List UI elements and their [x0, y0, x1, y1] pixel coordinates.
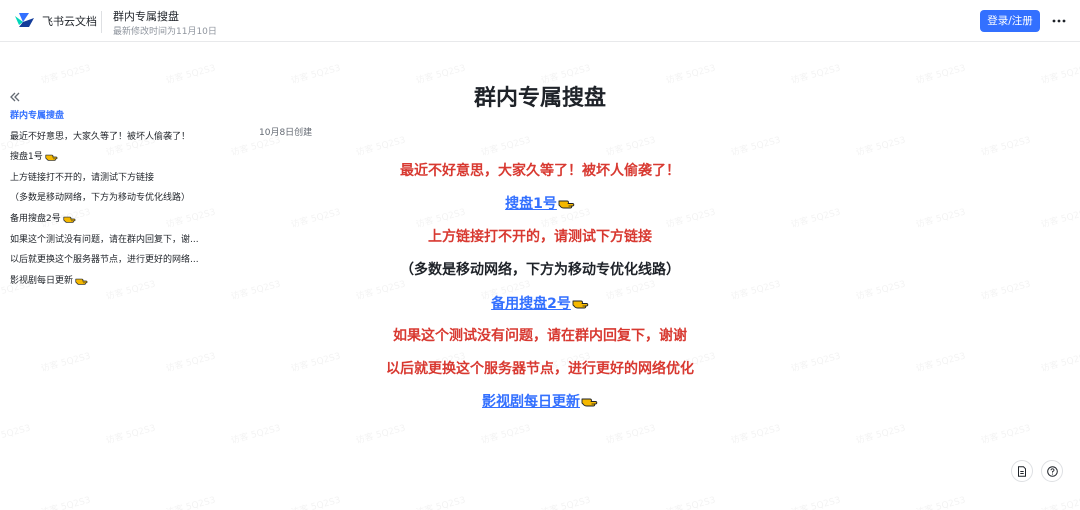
doc-text-line: 上方链接打不开的，请测试下方链接	[0, 226, 1080, 246]
help-button[interactable]	[1041, 460, 1063, 482]
doc-link[interactable]: 影视剧每日更新	[482, 394, 580, 410]
doc-link-line: 影视剧每日更新	[0, 391, 1080, 411]
watermark-text: 访客 5Q2S3	[479, 135, 532, 159]
watermark-text: 访客 5Q2S3	[729, 135, 782, 159]
doc-link[interactable]: 备用搜盘2号	[491, 296, 571, 312]
watermark-text: 访客 5Q2S3	[604, 135, 657, 159]
watermark-text: 访客 5Q2S3	[1040, 495, 1080, 510]
document-icon	[1018, 465, 1026, 477]
watermark-text: 访客 5Q2S3	[104, 423, 157, 447]
watermark-text: 访客 5Q2S3	[979, 423, 1032, 447]
watermark-text: 访客 5Q2S3	[289, 495, 342, 510]
document-info-button[interactable]	[1011, 460, 1033, 482]
watermark-text: 访客 5Q2S3	[854, 135, 907, 159]
watermark-text: 访客 5Q2S3	[914, 495, 967, 510]
watermark-text: 访客 5Q2S3	[39, 495, 92, 510]
doc-link-line: 备用搜盘2号	[0, 293, 1080, 313]
document-title: 群内专属搜盘	[113, 10, 179, 23]
more-horizontal-icon	[1052, 19, 1066, 23]
watermark-text: 访客 5Q2S3	[0, 423, 32, 447]
watermark-text: 访客 5Q2S3	[979, 135, 1032, 159]
doc-text: 上方链接打不开的，请测试下方链接	[428, 229, 652, 245]
doc-text-line: 以后就更换这个服务器节点，进行更好的网络优化	[0, 358, 1080, 378]
pointing-hand-icon	[63, 217, 76, 224]
doc-link[interactable]: 搜盘1号	[505, 196, 557, 212]
doc-heading: 群内专属搜盘	[473, 86, 606, 111]
doc-text: 以后就更换这个服务器节点，进行更好的网络优化	[386, 361, 694, 377]
feishu-logo-icon	[15, 13, 34, 27]
watermark-text: 访客 5Q2S3	[414, 495, 467, 510]
watermark-text: 访客 5Q2S3	[854, 423, 907, 447]
toc-item-label: 最近不好意思，大家久等了！被坏人偷袭了！	[10, 131, 191, 142]
top-bar: 飞书云文档 群内专属搜盘 最新修改时间为11月10日 登录/注册	[0, 0, 1080, 42]
pointing-hand-icon	[558, 200, 575, 209]
doc-text-line: 最近不好意思，大家久等了！被坏人偷袭了！	[0, 160, 1080, 180]
watermark-text: 访客 5Q2S3	[729, 423, 782, 447]
watermark-text: 访客 5Q2S3	[604, 423, 657, 447]
header-divider	[101, 11, 102, 33]
watermark-text: 访客 5Q2S3	[164, 495, 217, 510]
doc-text: （多数是移动网络，下方为移动专优化线路）	[400, 262, 680, 278]
watermark-text: 访客 5Q2S3	[229, 423, 282, 447]
doc-text: 最近不好意思，大家久等了！被坏人偷袭了！	[400, 163, 680, 179]
page: 飞书云文档 群内专属搜盘 最新修改时间为11月10日 登录/注册 访客 5Q2S…	[0, 0, 1080, 510]
doc-link-line: 搜盘1号	[0, 193, 1080, 213]
question-circle-icon	[1046, 465, 1058, 477]
watermark-text: 访客 5Q2S3	[539, 495, 592, 510]
pointing-hand-icon	[581, 398, 598, 407]
more-menu-button[interactable]	[1050, 10, 1068, 32]
created-date: 10月8日创建	[259, 128, 313, 138]
doc-text-line: （多数是移动网络，下方为移动专优化线路）	[0, 259, 1080, 279]
doc-text-line: 如果这个测试没有问题，请在群内回复下，谢谢	[0, 325, 1080, 345]
last-modified: 最新修改时间为11月10日	[113, 27, 217, 37]
watermark-text: 访客 5Q2S3	[354, 135, 407, 159]
toc-item[interactable]: 最近不好意思，大家久等了！被坏人偷袭了！	[10, 127, 225, 148]
watermark-text: 访客 5Q2S3	[479, 423, 532, 447]
brand-logo[interactable]: 飞书云文档	[13, 12, 97, 30]
pointing-hand-icon	[572, 300, 589, 309]
watermark-text: 访客 5Q2S3	[354, 423, 407, 447]
watermark-text: 访客 5Q2S3	[789, 495, 842, 510]
doc-text: 如果这个测试没有问题，请在群内回复下，谢谢	[393, 328, 687, 344]
watermark-text: 访客 5Q2S3	[664, 495, 717, 510]
login-register-button[interactable]: 登录/注册	[980, 10, 1040, 32]
brand-name: 飞书云文档	[42, 15, 97, 28]
